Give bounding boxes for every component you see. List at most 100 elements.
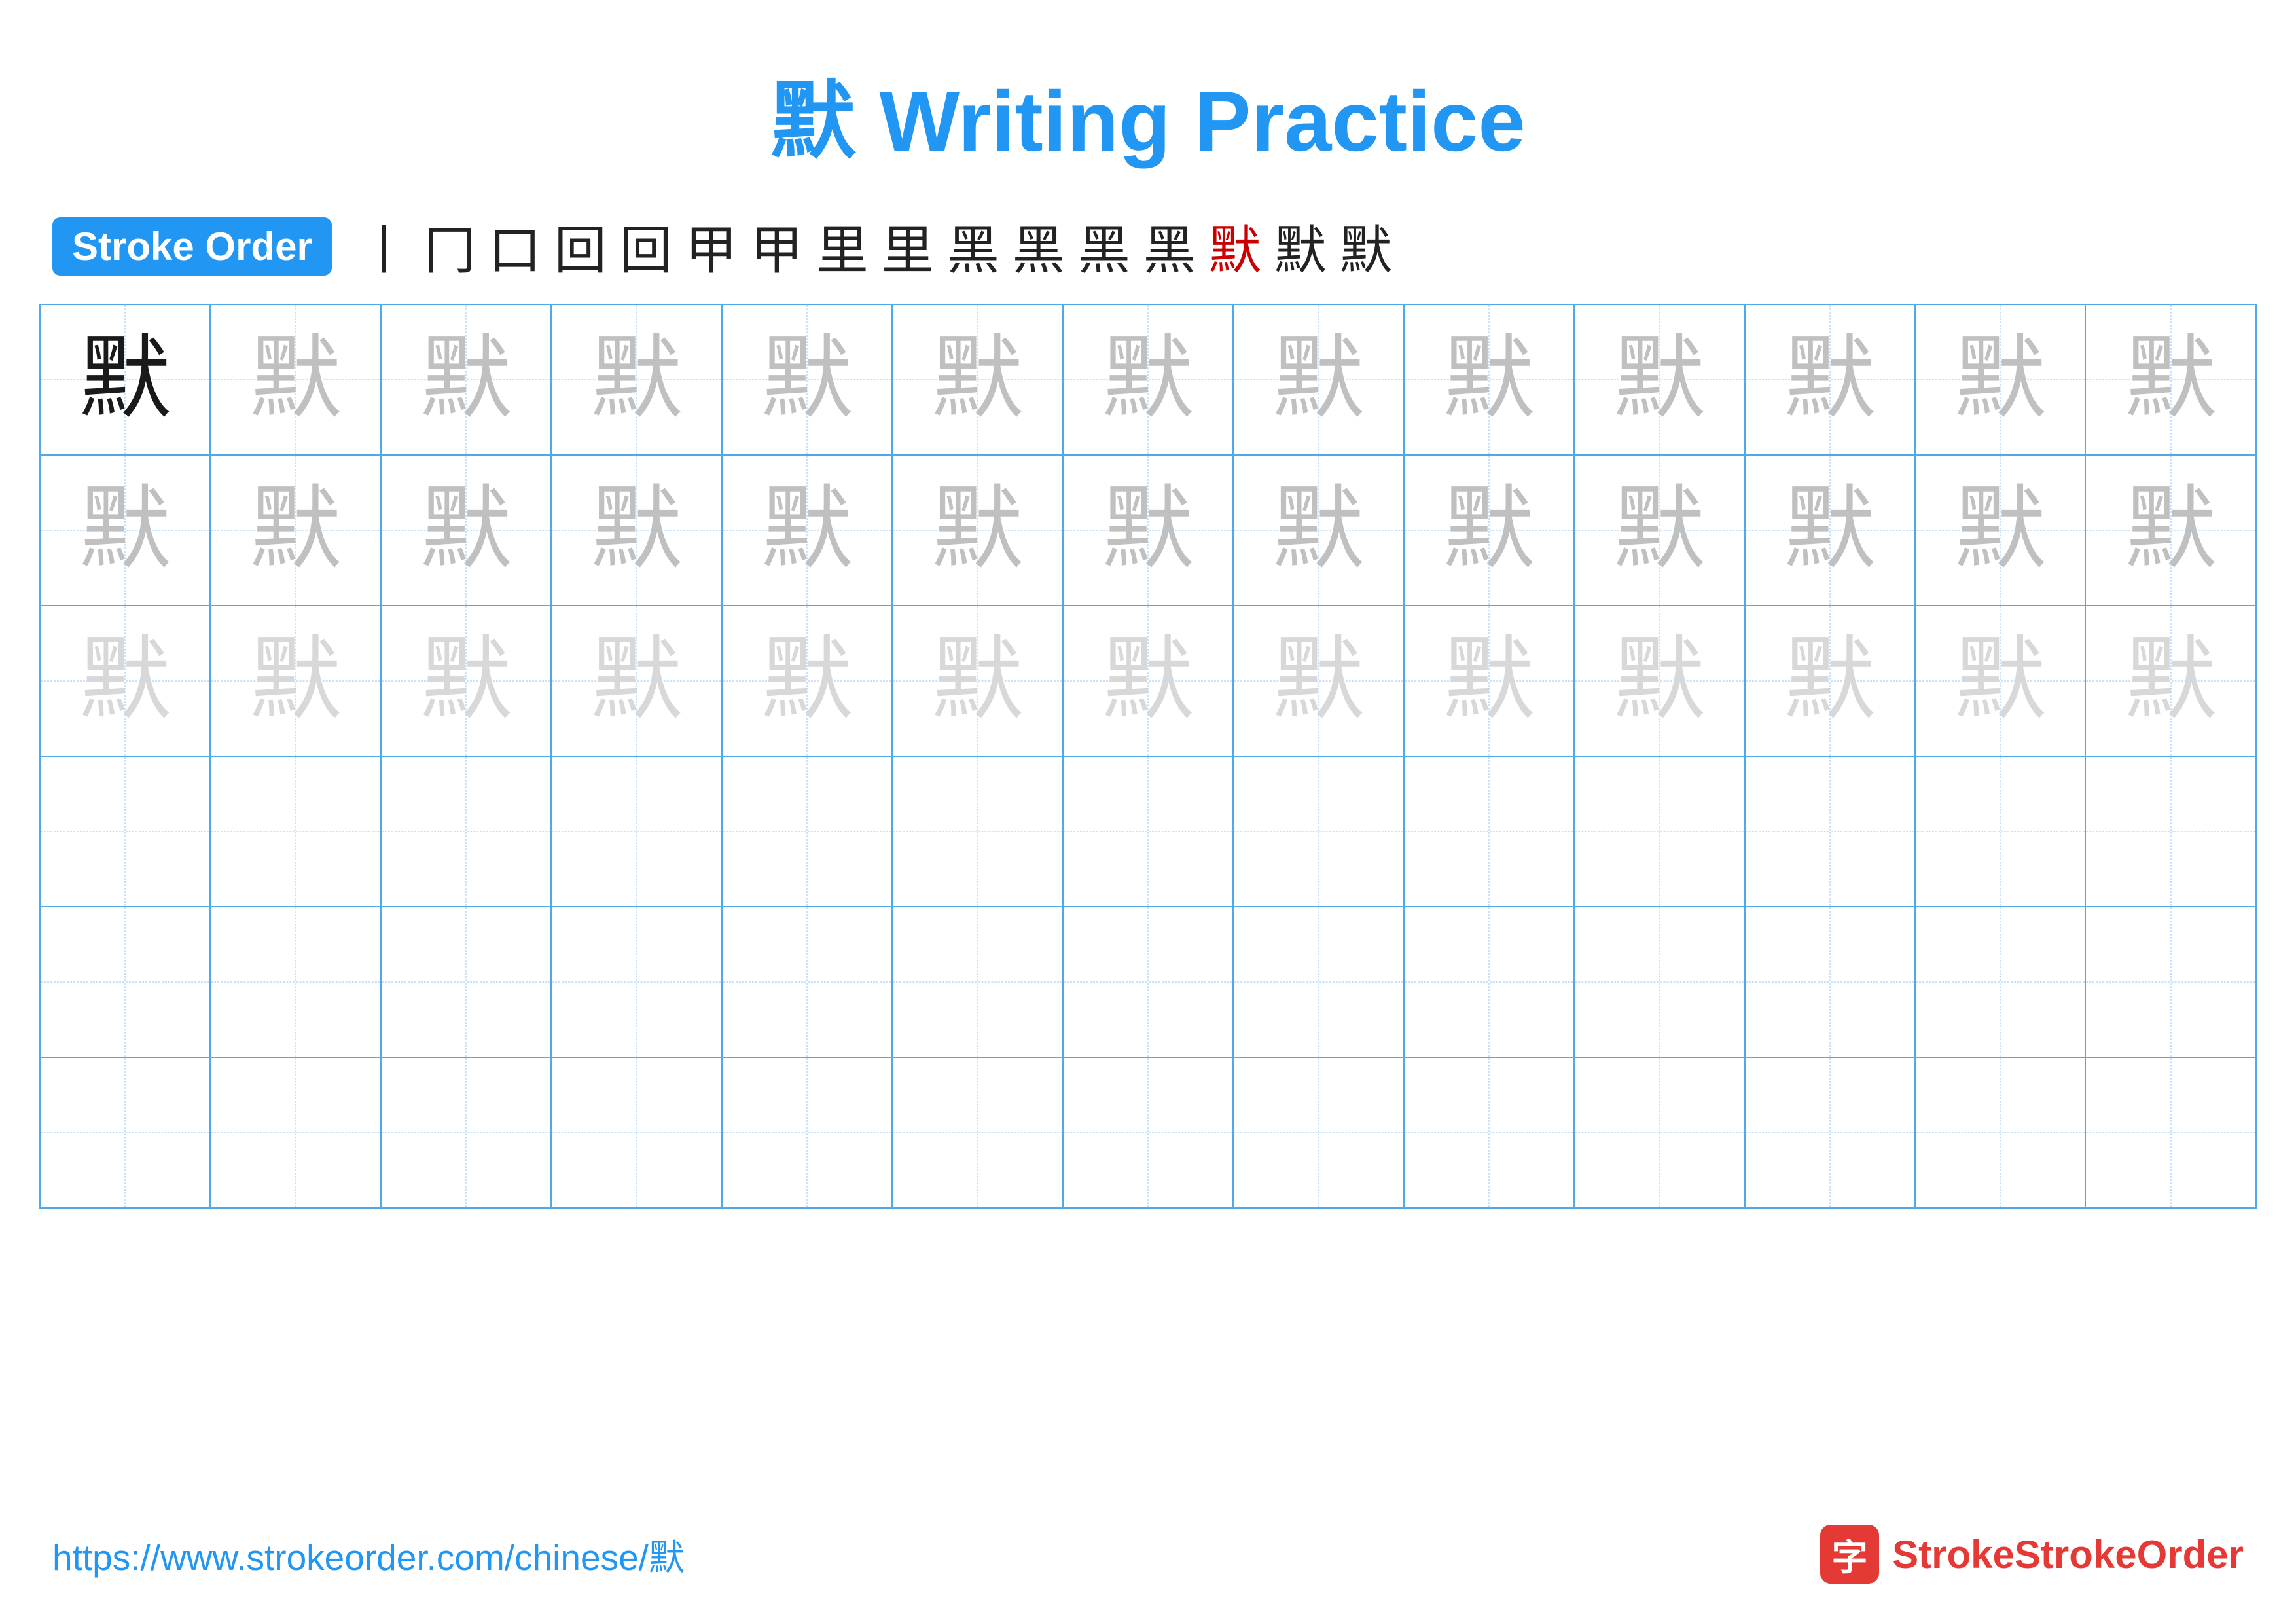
grid-row-3: 默 默 默 默 默 默 默 默 默 默 默 默 默 bbox=[40, 606, 2256, 756]
cell-r6c9[interactable] bbox=[1404, 1057, 1574, 1208]
cell-r5c5[interactable] bbox=[722, 907, 892, 1057]
practice-grid: 默 默 默 默 默 默 默 默 默 默 默 默 默 默 默 默 默 默 默 默 … bbox=[39, 304, 2257, 1209]
cell-r3c1[interactable]: 默 bbox=[40, 606, 210, 756]
cell-r5c10[interactable] bbox=[1574, 907, 1744, 1057]
cell-r2c12[interactable]: 默 bbox=[1915, 455, 2085, 606]
cell-r5c3[interactable] bbox=[381, 907, 551, 1057]
char-r2c8: 默 bbox=[1272, 484, 1364, 576]
cell-r1c9[interactable]: 默 bbox=[1404, 304, 1574, 455]
cell-r5c6[interactable] bbox=[892, 907, 1062, 1057]
cell-r3c10[interactable]: 默 bbox=[1574, 606, 1744, 756]
cell-r2c2[interactable]: 默 bbox=[210, 455, 380, 606]
cell-r5c4[interactable] bbox=[551, 907, 721, 1057]
cell-r2c7[interactable]: 默 bbox=[1063, 455, 1233, 606]
cell-r6c12[interactable] bbox=[1915, 1057, 2085, 1208]
cell-r6c8[interactable] bbox=[1233, 1057, 1403, 1208]
char-r2c13: 默 bbox=[2125, 484, 2217, 576]
cell-r6c7[interactable] bbox=[1063, 1057, 1233, 1208]
cell-r1c10[interactable]: 默 bbox=[1574, 304, 1744, 455]
cell-r3c4[interactable]: 默 bbox=[551, 606, 721, 756]
char-r2c9: 默 bbox=[1443, 484, 1535, 576]
cell-r1c2[interactable]: 默 bbox=[210, 304, 380, 455]
cell-r5c8[interactable] bbox=[1233, 907, 1403, 1057]
cell-r2c5[interactable]: 默 bbox=[722, 455, 892, 606]
cell-r1c12[interactable]: 默 bbox=[1915, 304, 2085, 455]
cell-r5c12[interactable] bbox=[1915, 907, 2085, 1057]
cell-r2c1[interactable]: 默 bbox=[40, 455, 210, 606]
stroke-3: 口 bbox=[489, 208, 541, 284]
cell-r2c10[interactable]: 默 bbox=[1574, 455, 1744, 606]
char-r3c7: 默 bbox=[1102, 635, 1194, 727]
page-title: 默 Writing Practice bbox=[770, 73, 1525, 169]
cell-r3c8[interactable]: 默 bbox=[1233, 606, 1403, 756]
title-english: Writing Practice bbox=[879, 73, 1525, 169]
cell-r6c3[interactable] bbox=[381, 1057, 551, 1208]
cell-r1c7[interactable]: 默 bbox=[1063, 304, 1233, 455]
cell-r4c3[interactable] bbox=[381, 756, 551, 907]
cell-r2c13[interactable]: 默 bbox=[2085, 455, 2256, 606]
cell-r2c4[interactable]: 默 bbox=[551, 455, 721, 606]
cell-r4c10[interactable] bbox=[1574, 756, 1744, 907]
cell-r2c6[interactable]: 默 bbox=[892, 455, 1062, 606]
cell-r6c5[interactable] bbox=[722, 1057, 892, 1208]
cell-r2c8[interactable]: 默 bbox=[1233, 455, 1403, 606]
cell-r3c9[interactable]: 默 bbox=[1404, 606, 1574, 756]
cell-r6c11[interactable] bbox=[1745, 1057, 1915, 1208]
cell-r1c3[interactable]: 默 bbox=[381, 304, 551, 455]
cell-r5c13[interactable] bbox=[2085, 907, 2256, 1057]
cell-r3c5[interactable]: 默 bbox=[722, 606, 892, 756]
cell-r3c7[interactable]: 默 bbox=[1063, 606, 1233, 756]
cell-r1c6[interactable]: 默 bbox=[892, 304, 1062, 455]
cell-r1c13[interactable]: 默 bbox=[2085, 304, 2256, 455]
cell-r3c12[interactable]: 默 bbox=[1915, 606, 2085, 756]
cell-r3c13[interactable]: 默 bbox=[2085, 606, 2256, 756]
char-r1c6: 默 bbox=[931, 334, 1023, 426]
footer: https://www.strokeorder.com/chinese/默 字 … bbox=[0, 1525, 2296, 1584]
char-r3c13: 默 bbox=[2125, 635, 2217, 727]
cell-r6c2[interactable] bbox=[210, 1057, 380, 1208]
cell-r4c2[interactable] bbox=[210, 756, 380, 907]
cell-r6c13[interactable] bbox=[2085, 1057, 2256, 1208]
cell-r4c6[interactable] bbox=[892, 756, 1062, 907]
cell-r5c11[interactable] bbox=[1745, 907, 1915, 1057]
cell-r6c6[interactable] bbox=[892, 1057, 1062, 1208]
cell-r3c3[interactable]: 默 bbox=[381, 606, 551, 756]
cell-r3c2[interactable]: 默 bbox=[210, 606, 380, 756]
stroke-12: 黑 bbox=[1078, 208, 1130, 284]
cell-r4c5[interactable] bbox=[722, 756, 892, 907]
cell-r4c4[interactable] bbox=[551, 756, 721, 907]
cell-r2c9[interactable]: 默 bbox=[1404, 455, 1574, 606]
cell-r6c4[interactable] bbox=[551, 1057, 721, 1208]
cell-r6c1[interactable] bbox=[40, 1057, 210, 1208]
title-area: 默 Writing Practice bbox=[0, 0, 2296, 202]
footer-url[interactable]: https://www.strokeorder.com/chinese/默 bbox=[52, 1528, 685, 1580]
cell-r2c3[interactable]: 默 bbox=[381, 455, 551, 606]
cell-r4c11[interactable] bbox=[1745, 756, 1915, 907]
cell-r4c12[interactable] bbox=[1915, 756, 2085, 907]
cell-r4c9[interactable] bbox=[1404, 756, 1574, 907]
cell-r3c6[interactable]: 默 bbox=[892, 606, 1062, 756]
char-r2c7: 默 bbox=[1102, 484, 1194, 576]
cell-r3c11[interactable]: 默 bbox=[1745, 606, 1915, 756]
cell-r1c11[interactable]: 默 bbox=[1745, 304, 1915, 455]
char-r2c3: 默 bbox=[420, 484, 512, 576]
cell-r4c7[interactable] bbox=[1063, 756, 1233, 907]
cell-r1c8[interactable]: 默 bbox=[1233, 304, 1403, 455]
cell-r4c8[interactable] bbox=[1233, 756, 1403, 907]
char-r2c6: 默 bbox=[931, 484, 1023, 576]
cell-r5c2[interactable] bbox=[210, 907, 380, 1057]
cell-r5c1[interactable] bbox=[40, 907, 210, 1057]
grid-row-2: 默 默 默 默 默 默 默 默 默 默 默 默 默 bbox=[40, 455, 2256, 606]
cell-r1c4[interactable]: 默 bbox=[551, 304, 721, 455]
cell-r2c11[interactable]: 默 bbox=[1745, 455, 1915, 606]
cell-r4c13[interactable] bbox=[2085, 756, 2256, 907]
cell-r4c1[interactable] bbox=[40, 756, 210, 907]
cell-r1c1[interactable]: 默 bbox=[40, 304, 210, 455]
grid-row-4 bbox=[40, 756, 2256, 907]
char-r1c2: 默 bbox=[250, 334, 342, 426]
cell-r5c7[interactable] bbox=[1063, 907, 1233, 1057]
cell-r5c9[interactable] bbox=[1404, 907, 1574, 1057]
cell-r1c5[interactable]: 默 bbox=[722, 304, 892, 455]
cell-r6c10[interactable] bbox=[1574, 1057, 1744, 1208]
stroke-7: 甲 bbox=[751, 208, 803, 284]
